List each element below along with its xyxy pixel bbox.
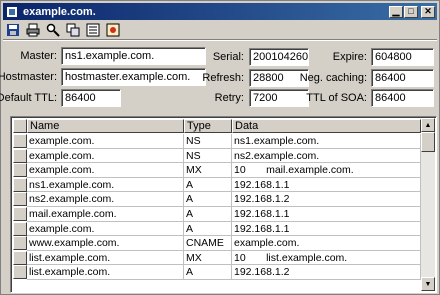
scroll-down-button[interactable]: ▼ bbox=[421, 277, 435, 291]
cell-name[interactable]: ns2.example.com. bbox=[27, 192, 184, 207]
ttl-of-soa-field[interactable]: 86400 bbox=[371, 89, 434, 107]
cell-data[interactable]: 192.168.1.2 bbox=[232, 265, 421, 280]
print-icon[interactable] bbox=[25, 22, 41, 38]
scroll-thumb[interactable] bbox=[421, 132, 435, 152]
table-row[interactable]: ns2.example.com. A 192.168.1.2 bbox=[27, 192, 421, 207]
hostmaster-field[interactable]: hostmaster.example.com. bbox=[61, 68, 206, 86]
cell-name[interactable]: ns1.example.com. bbox=[27, 177, 184, 193]
master-label: Master: bbox=[20, 50, 57, 62]
window-title: example.com. bbox=[23, 5, 96, 18]
table-row[interactable]: www.example.com. CNAME example.com. bbox=[27, 236, 421, 251]
chevron-down-icon: ▼ bbox=[424, 280, 432, 288]
table-row[interactable]: list.example.com. MX 10 list.example.com. bbox=[27, 250, 421, 266]
table-row[interactable]: example.com. MX 10 mail.example.com. bbox=[27, 163, 421, 178]
close-button[interactable]: ✕ bbox=[421, 5, 435, 18]
row-selector[interactable] bbox=[13, 221, 27, 236]
search-icon[interactable] bbox=[45, 22, 61, 38]
expire-label: Expire: bbox=[332, 51, 367, 63]
scroll-up-button[interactable]: ▲ bbox=[421, 118, 435, 132]
cell-data[interactable]: 192.168.1.1 bbox=[232, 177, 421, 193]
default-ttl-label: Default TTL: bbox=[0, 92, 57, 104]
master-field[interactable]: ns1.example.com. bbox=[61, 47, 206, 65]
cell-name[interactable]: list.example.com. bbox=[27, 250, 184, 266]
cell-type[interactable]: A bbox=[184, 177, 232, 193]
cell-name[interactable]: list.example.com. bbox=[27, 265, 184, 280]
cell-name[interactable]: mail.example.com. bbox=[27, 207, 184, 222]
cell-name[interactable]: example.com. bbox=[27, 163, 184, 178]
cell-type[interactable]: A bbox=[184, 265, 232, 280]
cell-data[interactable]: example.com. bbox=[232, 236, 421, 251]
table-row[interactable]: list.example.com. A 192.168.1.2 bbox=[27, 265, 421, 280]
refresh-label: Refresh: bbox=[202, 72, 244, 84]
row-selector[interactable] bbox=[13, 177, 27, 192]
table-row[interactable]: example.com. NS ns2.example.com. bbox=[27, 148, 421, 164]
cell-type[interactable]: NS bbox=[184, 134, 232, 149]
retry-field[interactable]: 7200 bbox=[249, 89, 309, 107]
list-icon[interactable] bbox=[85, 22, 101, 38]
default-ttl-field[interactable]: 86400 bbox=[61, 89, 121, 107]
cell-type[interactable]: MX bbox=[184, 250, 232, 266]
cell-data[interactable]: ns1.example.com. bbox=[232, 134, 421, 149]
cell-name[interactable]: example.com. bbox=[27, 134, 184, 149]
serial-field[interactable]: 2001042601 bbox=[249, 48, 309, 66]
zone-editor-window: example.com. ▁ □ ✕ Master: ns1.example.c… bbox=[0, 0, 440, 295]
table-row[interactable]: ns1.example.com. A 192.168.1.1 bbox=[27, 177, 421, 193]
table-row[interactable]: mail.example.com. A 192.168.1.1 bbox=[27, 207, 421, 222]
row-selector[interactable] bbox=[13, 134, 27, 148]
table-row[interactable]: example.com. NS ns1.example.com. bbox=[27, 134, 421, 149]
row-selector[interactable] bbox=[13, 250, 27, 265]
save-icon[interactable] bbox=[5, 22, 21, 38]
close-icon: ✕ bbox=[424, 6, 432, 16]
minimize-button[interactable]: ▁ bbox=[389, 5, 403, 18]
expire-field[interactable]: 604800 bbox=[371, 48, 434, 66]
maximize-button[interactable]: □ bbox=[404, 5, 418, 18]
row-selector[interactable] bbox=[13, 148, 27, 163]
neg-caching-label: Neg. caching: bbox=[299, 72, 367, 84]
cell-name[interactable]: example.com. bbox=[27, 148, 184, 164]
corner-header bbox=[13, 119, 27, 133]
row-selector[interactable] bbox=[13, 265, 27, 280]
cell-type[interactable]: MX bbox=[184, 163, 232, 178]
app-icon bbox=[5, 5, 19, 19]
cell-type[interactable]: NS bbox=[184, 148, 232, 164]
serial-label: Serial: bbox=[212, 51, 244, 63]
records-table[interactable]: Name Type Data example.com. NS ns1.example… bbox=[10, 116, 437, 293]
row-selector[interactable] bbox=[13, 207, 27, 221]
cell-name[interactable]: www.example.com. bbox=[27, 236, 184, 251]
column-header-type[interactable]: Type bbox=[184, 119, 232, 133]
cell-data[interactable]: 10 list.example.com. bbox=[232, 250, 421, 266]
row-selector[interactable] bbox=[13, 236, 27, 251]
maximize-icon: □ bbox=[408, 6, 414, 16]
copy-icon[interactable] bbox=[65, 22, 81, 38]
title-bar[interactable]: example.com. ▁ □ ✕ bbox=[3, 3, 437, 20]
cell-type[interactable]: A bbox=[184, 192, 232, 207]
chevron-up-icon: ▲ bbox=[424, 121, 432, 129]
cell-data[interactable]: 192.168.1.2 bbox=[232, 192, 421, 207]
export-icon[interactable] bbox=[105, 22, 121, 38]
cell-type[interactable]: A bbox=[184, 207, 232, 222]
toolbar-separator bbox=[3, 39, 437, 41]
minimize-icon: ▁ bbox=[392, 6, 400, 16]
column-header-data[interactable]: Data bbox=[232, 119, 421, 133]
table-row[interactable]: example.com. A 192.168.1.1 bbox=[27, 221, 421, 237]
column-header-name[interactable]: Name bbox=[27, 119, 184, 133]
cell-data[interactable]: 10 mail.example.com. bbox=[232, 163, 421, 178]
cell-data[interactable]: 192.168.1.1 bbox=[232, 221, 421, 237]
neg-caching-field[interactable]: 86400 bbox=[371, 69, 434, 87]
ttl-of-soa-label: TTL of SOA: bbox=[306, 92, 367, 104]
cell-type[interactable]: CNAME bbox=[184, 236, 232, 251]
toolbar bbox=[5, 21, 121, 39]
hostmaster-label: Hostmaster: bbox=[0, 71, 57, 83]
cell-data[interactable]: ns2.example.com. bbox=[232, 148, 421, 164]
cell-name[interactable]: example.com. bbox=[27, 221, 184, 237]
cell-data[interactable]: 192.168.1.1 bbox=[232, 207, 421, 222]
row-selector[interactable] bbox=[13, 192, 27, 207]
retry-label: Retry: bbox=[214, 92, 244, 104]
cell-type[interactable]: A bbox=[184, 221, 232, 237]
vertical-scrollbar[interactable]: ▲ ▼ bbox=[421, 118, 435, 291]
row-selector[interactable] bbox=[13, 163, 27, 178]
